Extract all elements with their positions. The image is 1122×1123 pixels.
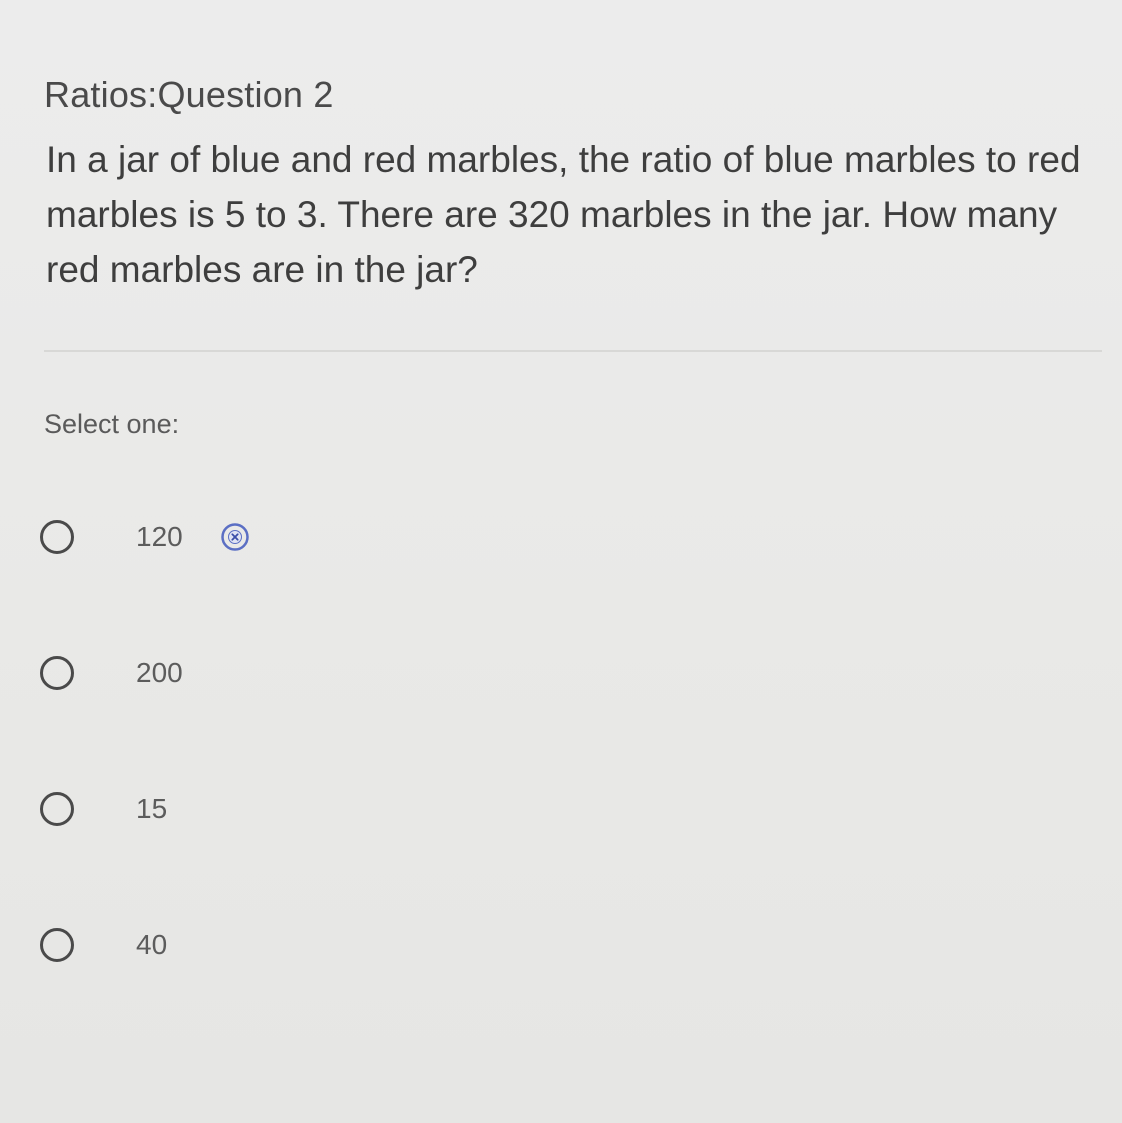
answer-option-200[interactable]: 200: [40, 651, 183, 695]
divider: [44, 350, 1102, 352]
radio-button[interactable]: [40, 656, 74, 690]
radio-button[interactable]: [40, 928, 74, 962]
x-circle-icon: [221, 523, 249, 551]
answer-option-40[interactable]: 40: [40, 923, 167, 967]
answer-option-label: 40: [136, 929, 168, 960]
answer-option-15[interactable]: 15: [40, 787, 167, 831]
answer-option-label: 200: [136, 657, 183, 688]
question-title: Ratios:Question 2: [44, 74, 334, 115]
answer-option-label: 120: [136, 521, 183, 552]
radio-button[interactable]: [40, 520, 74, 554]
question-text: In a jar of blue and red marbles, the ra…: [46, 139, 1081, 290]
radio-button[interactable]: [40, 792, 74, 826]
select-one-label: Select one:: [44, 409, 180, 439]
answer-option-label: 15: [136, 793, 168, 824]
quiz-page: Ratios:Question 2 In a jar of blue and r…: [0, 0, 1122, 1123]
answer-option-120[interactable]: 120: [40, 515, 249, 559]
